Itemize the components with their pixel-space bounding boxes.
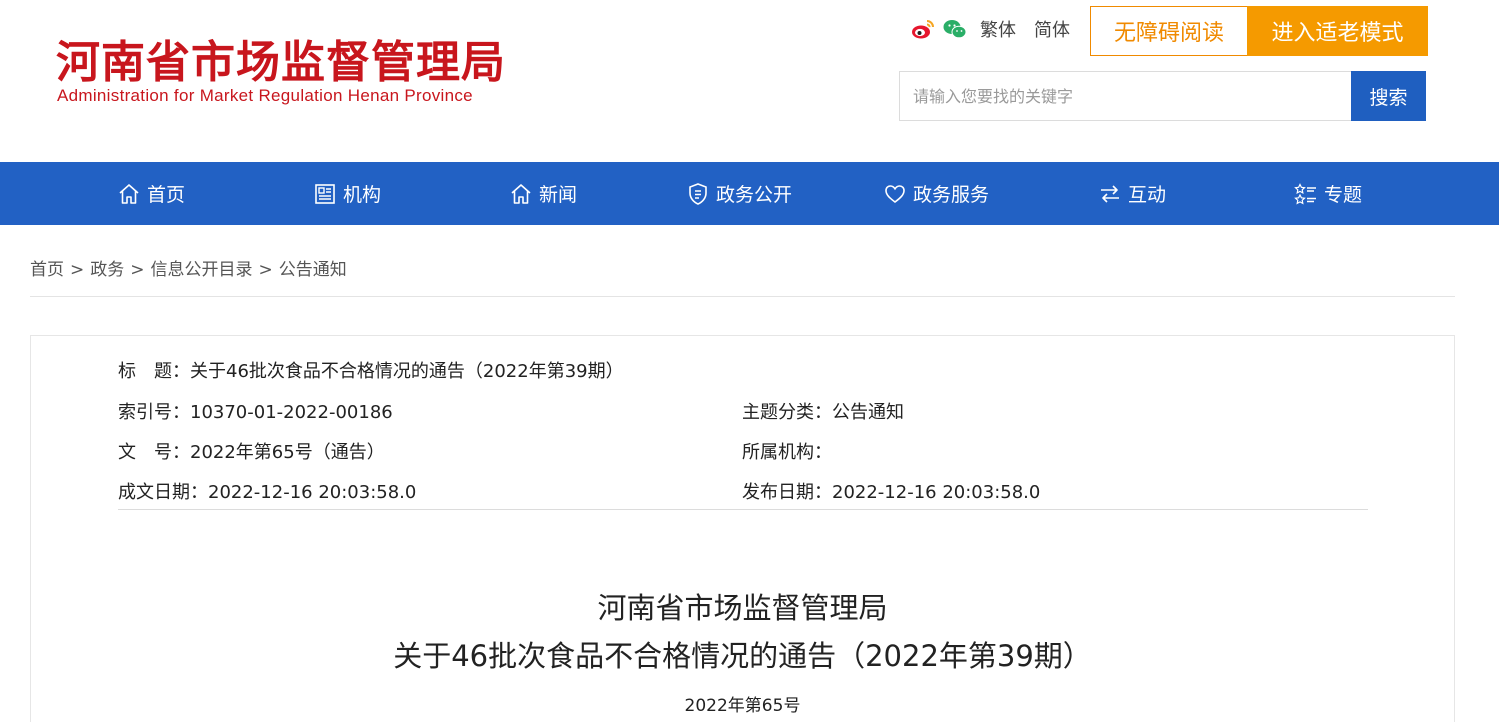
breadcrumb-separator: > — [70, 260, 85, 280]
breadcrumb-home[interactable]: 首页 — [30, 260, 64, 280]
weibo-icon[interactable] — [910, 16, 936, 42]
meta-org-label: 所属机构： — [742, 442, 832, 463]
nav-item-label: 政务公开 — [716, 184, 793, 206]
nav-item-org[interactable]: 机构 — [313, 162, 381, 225]
nav-item-news[interactable]: 新闻 — [509, 162, 577, 225]
nav-item-label: 政务服务 — [913, 184, 990, 206]
meta-topic-label: 主题分类： — [742, 402, 832, 423]
meta-topic: 主题分类：公告通知 — [742, 398, 904, 424]
main-nav: 首页 机构 新闻 政务公开 政务服务 互动 专题 — [0, 162, 1499, 225]
meta-created-value: 2022-12-16 20:03:58.0 — [208, 482, 417, 503]
meta-created: 成文日期：2022-12-16 20:03:58.0 — [118, 478, 416, 504]
document-number: 2022年第65号 — [684, 696, 801, 716]
breadcrumb-gov[interactable]: 政务 — [90, 260, 124, 280]
meta-topic-value: 公告通知 — [832, 402, 904, 423]
site-header: 河南省市场监督管理局 Administration for Market Reg… — [0, 0, 1499, 162]
nav-item-topics[interactable]: 专题 — [1294, 162, 1362, 225]
meta-org: 所属机构： — [742, 438, 832, 464]
accessible-reading-button[interactable]: 无障碍阅读 — [1090, 6, 1248, 56]
breadcrumb-separator: > — [258, 260, 273, 280]
nav-item-label: 机构 — [343, 184, 382, 206]
meta-divider — [118, 509, 1368, 510]
site-logo-chinese[interactable]: 河南省市场监督管理局 — [56, 26, 506, 90]
meta-title-value: 关于46批次食品不合格情况的通告（2022年第39期） — [190, 361, 624, 382]
meta-published-label: 发布日期： — [742, 482, 832, 503]
nav-item-label: 首页 — [147, 184, 186, 206]
breadcrumb-separator: > — [130, 260, 145, 280]
shield-icon — [689, 182, 707, 205]
news-icon — [511, 183, 531, 204]
topic-icon — [1294, 182, 1316, 205]
meta-created-label: 成文日期： — [118, 482, 208, 503]
site-logo-english[interactable]: Administration for Market Regulation Hen… — [57, 86, 473, 106]
meta-title-label: 标 题： — [118, 361, 190, 382]
meta-docno-value: 2022年第65号（通告） — [190, 442, 385, 463]
heart-icon — [885, 184, 905, 203]
nav-item-label: 新闻 — [539, 184, 578, 206]
breadcrumb-notices[interactable]: 公告通知 — [279, 260, 347, 280]
traditional-chinese-link[interactable]: 繁体 — [980, 16, 1016, 42]
meta-title: 标 题：关于46批次食品不合格情况的通告（2022年第39期） — [118, 357, 624, 383]
simplified-chinese-link[interactable]: 简体 — [1034, 16, 1070, 42]
nav-item-interaction[interactable]: 互动 — [1098, 162, 1166, 225]
meta-published: 发布日期：2022-12-16 20:03:58.0 — [742, 478, 1040, 504]
elder-mode-button[interactable]: 进入适老模式 — [1247, 6, 1428, 56]
nav-item-label: 互动 — [1128, 184, 1167, 206]
meta-published-value: 2022-12-16 20:03:58.0 — [832, 482, 1041, 503]
meta-index-value: 10370-01-2022-00186 — [190, 402, 393, 423]
nav-item-gov-open[interactable]: 政务公开 — [686, 162, 792, 225]
nav-item-home[interactable]: 首页 — [117, 162, 185, 225]
document-heading-title: 关于46批次食品不合格情况的通告（2022年第39期） — [393, 639, 1092, 673]
meta-docno: 文 号：2022年第65号（通告） — [118, 438, 385, 464]
exchange-icon — [1101, 184, 1119, 203]
nav-item-label: 专题 — [1324, 184, 1363, 206]
meta-index-label: 索引号： — [118, 402, 190, 423]
search-input[interactable] — [899, 71, 1352, 121]
meta-docno-label: 文 号： — [118, 442, 190, 463]
home-icon — [119, 183, 139, 204]
org-icon — [315, 183, 335, 204]
breadcrumb: 首页 > 政务 > 信息公开目录 > 公告通知 — [30, 255, 347, 280]
search-button[interactable]: 搜索 — [1351, 71, 1426, 121]
document-heading-agency: 河南省市场监督管理局 — [597, 591, 888, 625]
breadcrumb-divider — [30, 296, 1455, 297]
wechat-icon[interactable] — [942, 16, 968, 42]
top-links: 繁体 简体 — [910, 14, 1076, 44]
meta-index: 索引号：10370-01-2022-00186 — [118, 398, 393, 424]
nav-item-gov-service[interactable]: 政务服务 — [883, 162, 989, 225]
breadcrumb-info-catalog[interactable]: 信息公开目录 — [151, 260, 253, 280]
